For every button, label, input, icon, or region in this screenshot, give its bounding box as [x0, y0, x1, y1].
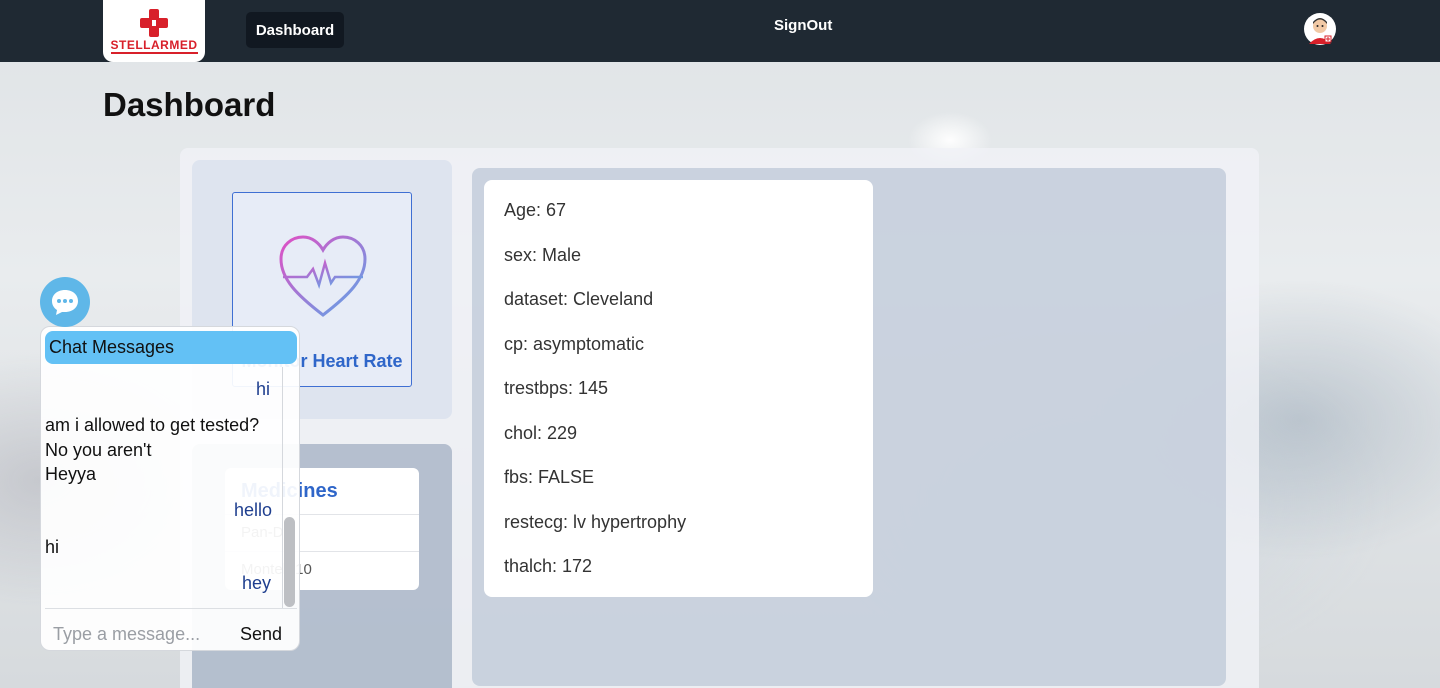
chat-message: No you aren't: [45, 440, 152, 460]
info-sex: sex: Male: [504, 245, 582, 265]
info-thalch: thalch: 172: [504, 556, 593, 576]
info-trestbps: trestbps: 145: [504, 378, 609, 398]
signout-link[interactable]: SignOut: [774, 17, 832, 34]
patient-info-card: Age: 67 sex: Male dataset: Cleveland cp:…: [484, 180, 873, 597]
info-dataset: dataset: Cleveland: [504, 289, 654, 309]
divider: [45, 608, 297, 609]
chat-message: Heyya: [45, 464, 97, 484]
chat-message-input[interactable]: [45, 619, 215, 649]
chat-window: Chat Messages hi am i allowed to get tes…: [40, 326, 300, 651]
medical-cross-icon: [138, 8, 170, 37]
chat-header: Chat Messages: [45, 331, 297, 364]
chat-message: hi: [45, 537, 60, 557]
chat-message: hi: [256, 379, 271, 399]
stellarmed-logo[interactable]: STELLARMED: [103, 0, 205, 62]
chat-message: hey: [242, 573, 272, 593]
page-title: Dashboard: [103, 86, 276, 123]
heart-pulse-icon: [279, 235, 367, 317]
info-restecg: restecg: lv hypertrophy: [504, 512, 687, 532]
info-cp: cp: asymptomatic: [504, 334, 645, 354]
chat-message: hello: [234, 500, 273, 520]
info-chol: chol: 229: [504, 423, 578, 443]
chat-message: am i allowed to get tested?: [45, 415, 260, 435]
info-age: Age: 67: [504, 200, 567, 220]
chat-toggle-button[interactable]: [40, 277, 90, 327]
doctor-avatar-icon: [1304, 13, 1336, 45]
chat-bubble-icon: [52, 290, 78, 315]
send-button[interactable]: Send: [231, 619, 291, 649]
chat-scroll-thumb[interactable]: [284, 517, 295, 607]
dashboard-nav-button[interactable]: Dashboard: [246, 12, 344, 48]
logo-text: STELLARMED: [110, 37, 198, 54]
info-fbs: fbs: FALSE: [504, 467, 595, 487]
user-avatar[interactable]: [1303, 12, 1337, 46]
top-navbar: STELLARMED Dashboard SignOut: [0, 0, 1440, 62]
